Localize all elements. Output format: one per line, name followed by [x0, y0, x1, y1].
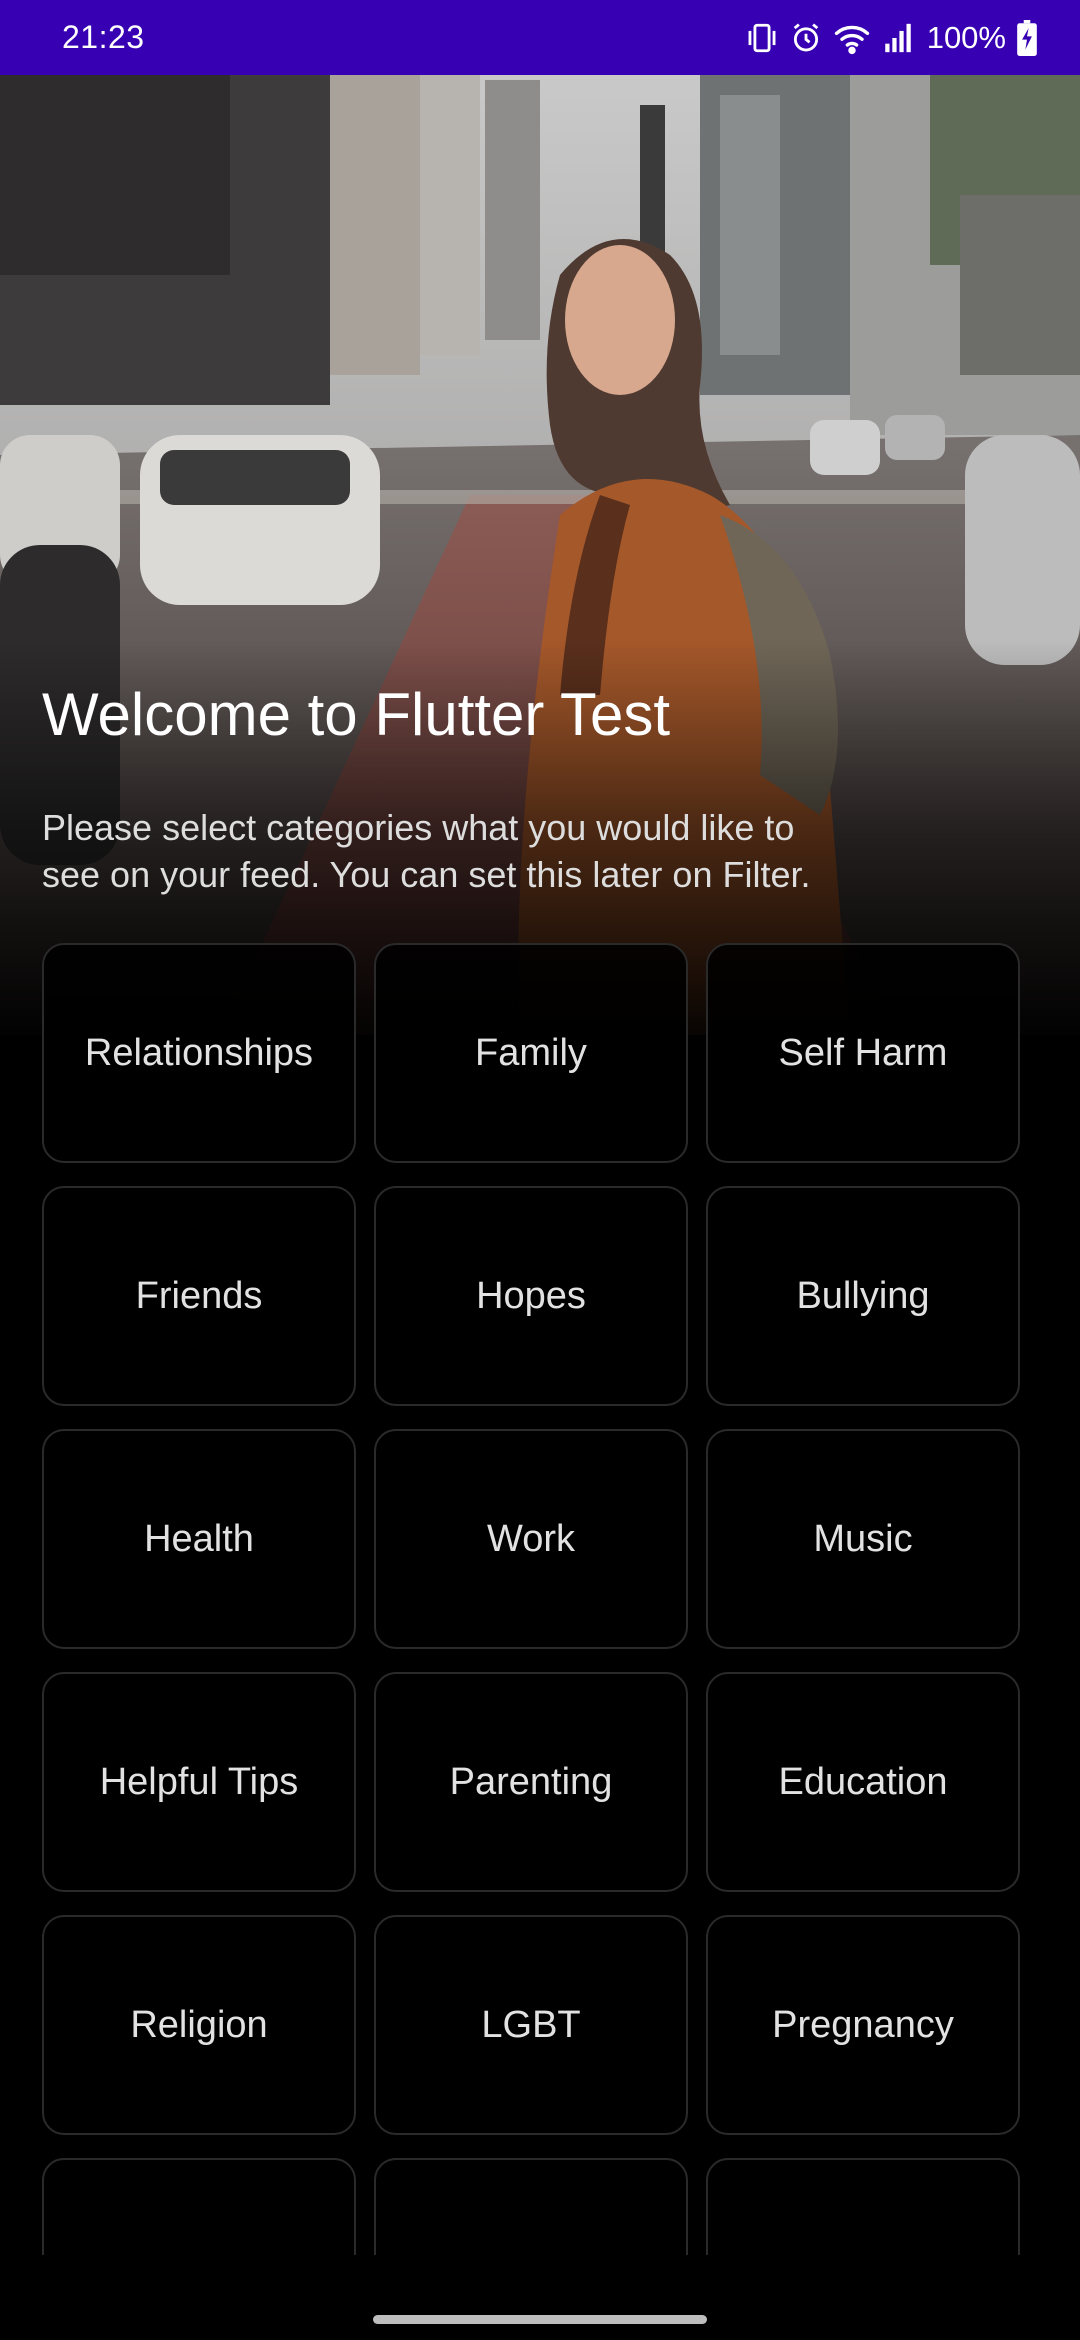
alarm-icon: [789, 21, 823, 55]
category-grid: Relationships Family Self Harm Friends H…: [42, 943, 1022, 2255]
welcome-title: Welcome to Flutter Test: [42, 681, 671, 748]
battery-charging-icon: [1016, 19, 1038, 56]
category-tile-pregnancy[interactable]: Pregnancy: [706, 1915, 1020, 2135]
category-tile-work[interactable]: Work: [374, 1429, 688, 1649]
category-tile-helpful-tips[interactable]: Helpful Tips: [42, 1672, 356, 1892]
vibrate-icon: [745, 21, 779, 55]
category-tile-lgbt[interactable]: LGBT: [374, 1915, 688, 2135]
welcome-subtitle: Please select categories what you would …: [42, 807, 811, 895]
category-tile-parenting[interactable]: Parenting: [374, 1672, 688, 1892]
status-time: 21:23: [62, 19, 145, 55]
category-tile-relationships[interactable]: Relationships: [42, 943, 356, 1163]
battery-percentage: 100%: [926, 19, 1006, 55]
signal-icon: [881, 21, 915, 55]
category-tile-education[interactable]: Education: [706, 1672, 1020, 1892]
status-icons: 100%: [745, 19, 1038, 56]
category-tile-religion[interactable]: Religion: [42, 1915, 356, 2135]
category-tile-family[interactable]: Family: [374, 943, 688, 1163]
category-tile-partial-2[interactable]: [374, 2158, 688, 2255]
category-tile-health[interactable]: Health: [42, 1429, 356, 1649]
category-tile-bullying[interactable]: Bullying: [706, 1186, 1020, 1406]
category-tile-partial-3[interactable]: [706, 2158, 1020, 2255]
category-tile-hopes[interactable]: Hopes: [374, 1186, 688, 1406]
gesture-nav-handle[interactable]: [373, 2315, 707, 2324]
category-tile-partial-1[interactable]: [42, 2158, 356, 2255]
category-tile-friends[interactable]: Friends: [42, 1186, 356, 1406]
status-bar: 21:23 100%: [0, 0, 1080, 75]
wifi-icon: [833, 21, 871, 55]
category-tile-self-harm[interactable]: Self Harm: [706, 943, 1020, 1163]
category-tile-music[interactable]: Music: [706, 1429, 1020, 1649]
